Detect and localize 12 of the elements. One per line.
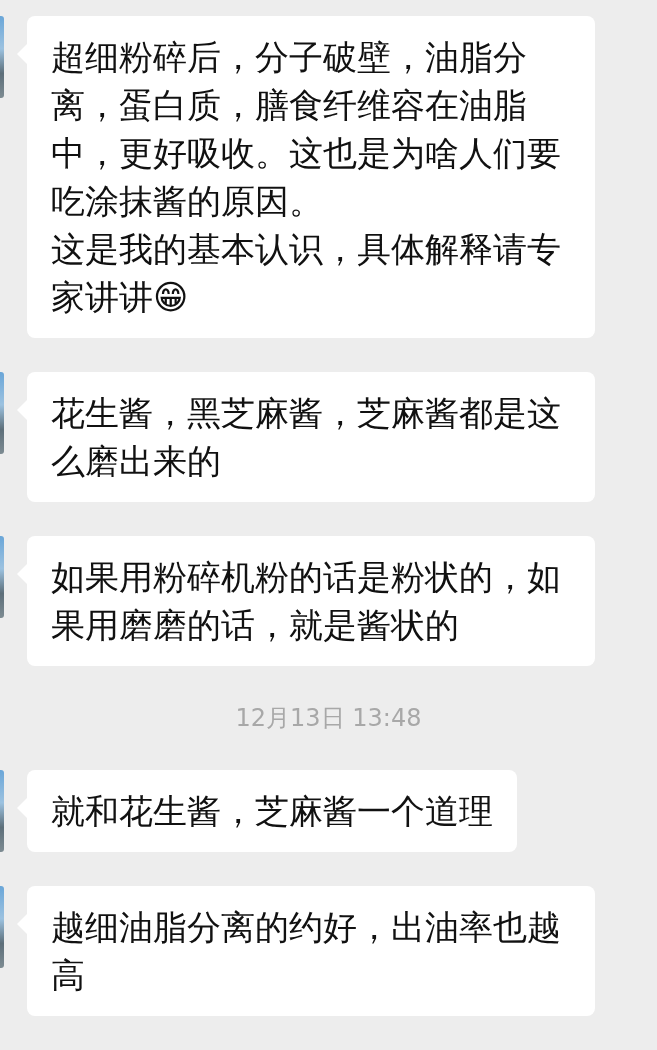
message-text: 花生酱，黑芝麻酱，芝麻酱都是这么磨出来的 bbox=[51, 392, 562, 483]
message-text: 就和花生酱，芝麻酱一个道理 bbox=[51, 790, 493, 833]
message-text: 超细粉碎后，分子破壁，油脂分离，蛋白质，膳食纤维容在油脂中，更好吸收。这也是为啥人们要吃涂抹酱的原因。 bbox=[51, 36, 562, 223]
avatar-placeholder[interactable] bbox=[0, 372, 4, 454]
message-text: 越细油脂分离的约好，出油率也越高 bbox=[51, 906, 562, 997]
avatar-placeholder[interactable] bbox=[0, 886, 4, 968]
avatar-placeholder[interactable] bbox=[0, 16, 4, 98]
timestamp: 12月13日 13:48 bbox=[235, 703, 422, 734]
avatar-placeholder[interactable] bbox=[0, 770, 4, 852]
message-text: 如果用粉碎机粉的话是粉状的，如果用磨磨的话，就是酱状的 bbox=[51, 556, 562, 647]
avatar-placeholder[interactable] bbox=[0, 536, 4, 618]
message-text: 这是我的基本认识，具体解释请专家讲讲😁 bbox=[51, 228, 562, 319]
